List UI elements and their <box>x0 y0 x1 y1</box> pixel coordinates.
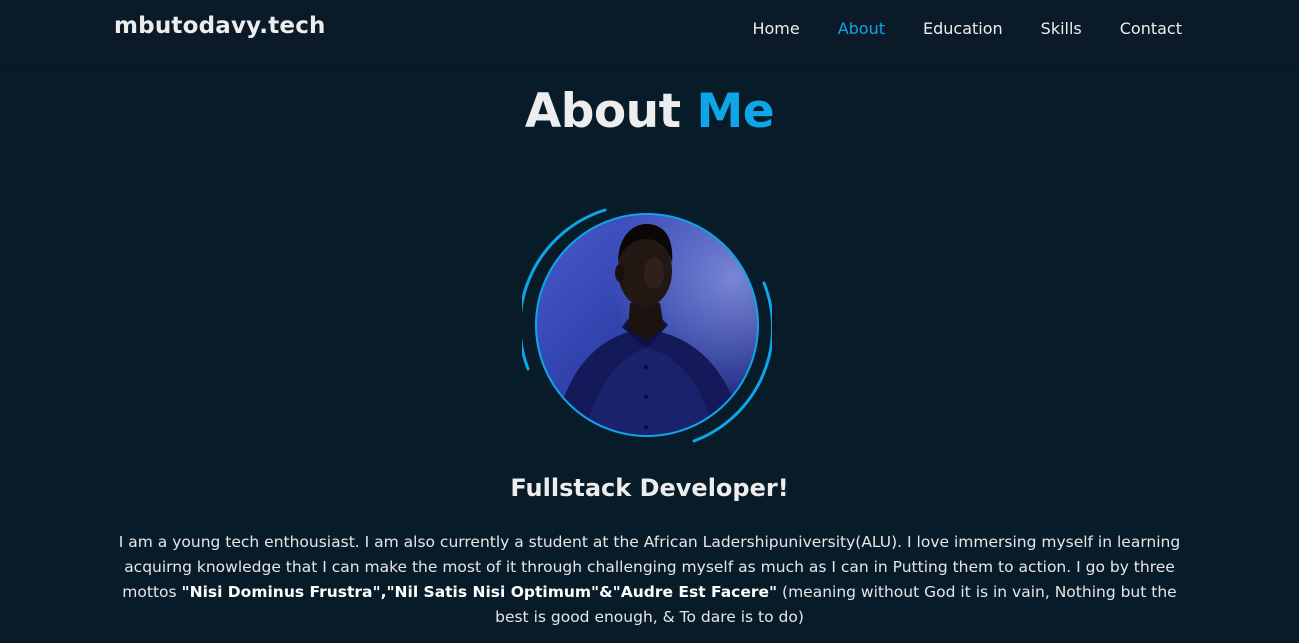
nav-contact[interactable]: Contact <box>1120 19 1182 38</box>
site-logo[interactable]: mbutodavy.tech <box>114 13 326 39</box>
nav-about[interactable]: About <box>838 19 885 38</box>
profile-photo <box>522 208 772 443</box>
nav-education[interactable]: Education <box>923 19 1003 38</box>
about-heading-accent: Me <box>696 84 775 139</box>
role-title: Fullstack Developer! <box>510 474 789 502</box>
bio-mottos: "Nisi Dominus Frustra","Nil Satis Nisi O… <box>181 583 778 601</box>
about-heading-main: About <box>524 84 681 139</box>
nav-skills[interactable]: Skills <box>1041 19 1082 38</box>
main-nav: Home About Education Skills Contact <box>714 19 1182 38</box>
bio-text: I am a young tech enthousiast. I am also… <box>115 530 1184 630</box>
profile-photo-frame <box>522 207 772 445</box>
site-header: mbutodavy.tech Home About Education Skil… <box>0 0 1299 67</box>
about-heading: About Me <box>0 84 1299 139</box>
nav-home[interactable]: Home <box>752 19 799 38</box>
